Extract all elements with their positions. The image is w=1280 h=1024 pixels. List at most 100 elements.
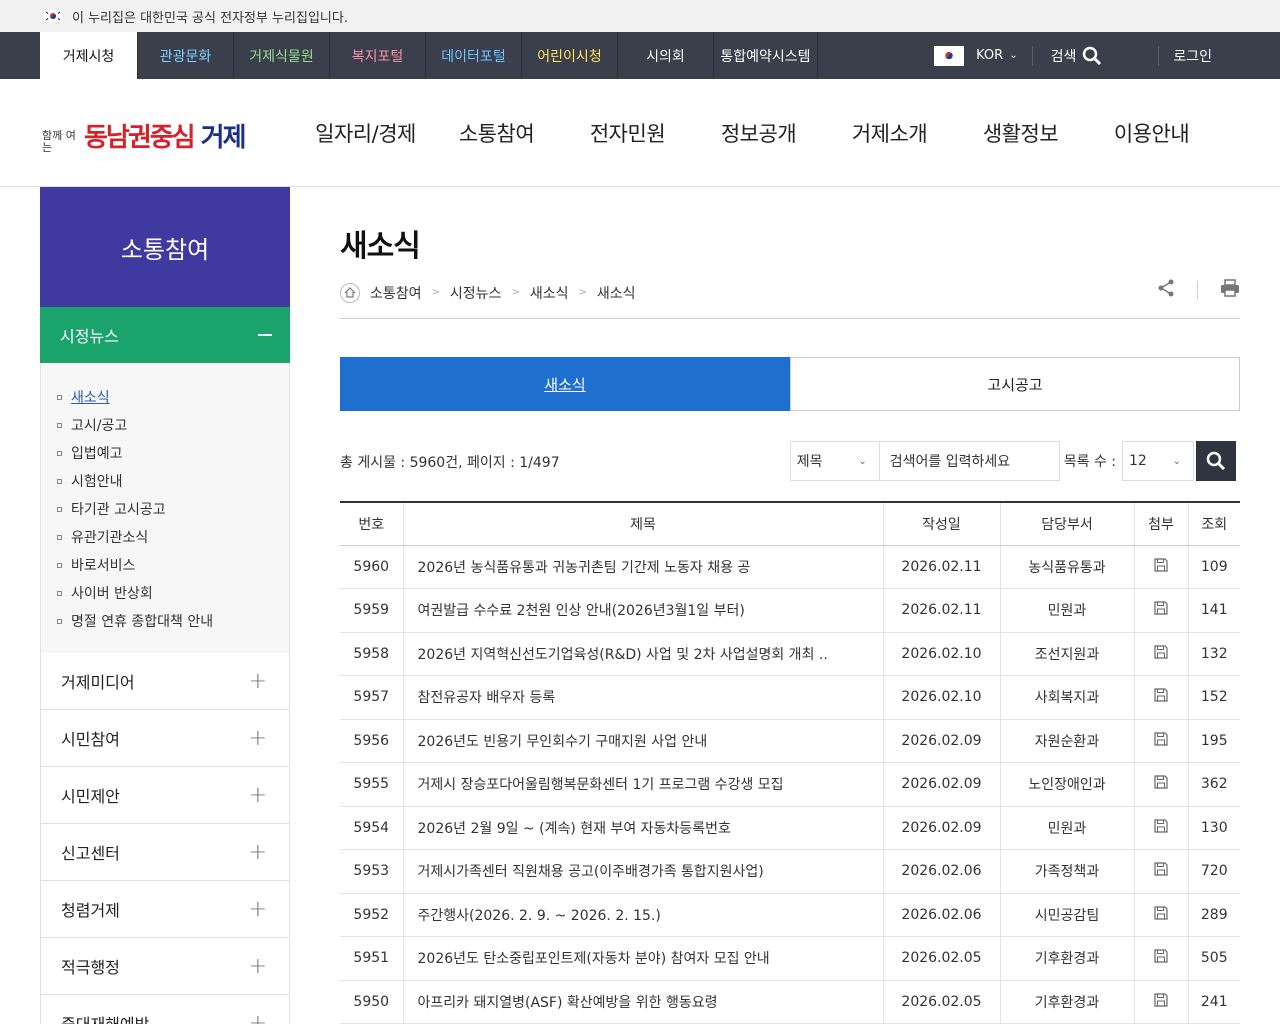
cell-title[interactable]: 거제시 장승포다어울림행복문화센터 1기 프로그램 수강생 모집 xyxy=(402,762,883,807)
cell-attachment[interactable] xyxy=(1133,806,1188,850)
cell-views: 362 xyxy=(1187,762,1240,807)
table-row[interactable]: 5958 2026년 지역혁신선도기업육성(R&D) 사업 및 2차 사업설명회 … xyxy=(340,632,1240,676)
cell-title[interactable]: 여권발급 수수료 2천원 인상 안내(2026년3월1일 부터) xyxy=(402,588,883,633)
table-row[interactable]: 5951 2026년도 탄소중립포인트제(자동차 분야) 참여자 모집 안내 202… xyxy=(340,936,1240,981)
main-nav-item[interactable]: 이용안내 xyxy=(1086,118,1217,148)
search-button[interactable]: 검색 xyxy=(1033,46,1121,66)
cell-title[interactable]: 주간행사(2026. 2. 9. ~ 2026. 2. 15.) xyxy=(402,893,883,937)
sidebar-subitem[interactable]: 바로서비스 xyxy=(57,551,289,579)
main-content: 새소식 소통참여 > 시정뉴스 > 새소식 > 새소식 새소식 고시공고 총 게시물 : 5… xyxy=(340,187,1240,1024)
breadcrumb-item[interactable]: 새소식 xyxy=(597,283,636,303)
attachment-file-icon[interactable] xyxy=(1154,775,1168,793)
top-tab-2[interactable]: 거제식물원 xyxy=(234,32,330,79)
sidebar-subitem[interactable]: 새소식 xyxy=(57,383,289,411)
cell-title[interactable]: 2026년 농식품유통과 귀농귀촌팀 기간제 노동자 채용 공 xyxy=(402,545,883,589)
list-count-select[interactable]: 12 ⌄ xyxy=(1122,441,1194,481)
cell-date: 2026.02.05 xyxy=(882,980,1000,1024)
cell-attachment[interactable] xyxy=(1133,675,1188,720)
top-tab-4[interactable]: 데이터포털 xyxy=(426,32,522,79)
top-tab-0[interactable]: 거제시청 xyxy=(40,32,138,79)
attachment-file-icon[interactable] xyxy=(1154,558,1168,576)
cell-attachment[interactable] xyxy=(1133,849,1188,894)
main-nav-item[interactable]: 소통참여 xyxy=(431,118,562,148)
search-input[interactable]: 검색어를 입력하세요 xyxy=(879,441,1060,481)
sidebar-menu-item[interactable]: 적극행정 + xyxy=(40,938,290,995)
top-tab-5[interactable]: 어린이시청 xyxy=(522,32,618,79)
attachment-file-icon[interactable] xyxy=(1154,993,1168,1011)
breadcrumb-item[interactable]: 새소식 xyxy=(530,283,569,303)
tab-notice[interactable]: 고시공고 xyxy=(790,357,1240,411)
cell-attachment[interactable] xyxy=(1133,980,1188,1024)
table-row[interactable]: 5956 2026년도 빈용기 무인회수기 구매지원 사업 안내 2026.02.0… xyxy=(340,719,1240,763)
cell-date: 2026.02.10 xyxy=(882,632,1000,676)
sidebar-subitem[interactable]: 명절 연휴 종합대책 안내 xyxy=(57,607,289,635)
cell-attachment[interactable] xyxy=(1133,632,1188,676)
cell-attachment[interactable] xyxy=(1133,719,1188,763)
language-select[interactable]: KOR ⌄ xyxy=(976,45,1033,66)
main-nav-item[interactable]: 전자민원 xyxy=(562,118,693,148)
sidebar-subitem[interactable]: 사이버 반상회 xyxy=(57,579,289,607)
attachment-file-icon[interactable] xyxy=(1154,862,1168,880)
cell-attachment[interactable] xyxy=(1133,893,1188,937)
table-row[interactable]: 5953 거제시가족센터 직원채용 공고(이주배경가족 통합지원사업) 2026.0… xyxy=(340,849,1240,894)
sidebar-subitem[interactable]: 타기관 고시공고 xyxy=(57,495,289,523)
cell-title[interactable]: 2026년도 탄소중립포인트제(자동차 분야) 참여자 모집 안내 xyxy=(402,936,883,981)
cell-title[interactable]: 아프리카 돼지열병(ASF) 확산예방을 위한 행동요령 xyxy=(402,980,883,1024)
table-row[interactable]: 5957 참전유공자 배우자 등록 2026.02.10 사회복지과 152 xyxy=(340,675,1240,720)
share-icon[interactable] xyxy=(1157,279,1175,301)
attachment-file-icon[interactable] xyxy=(1154,688,1168,706)
sidebar-menu-item[interactable]: 거제미디어 + xyxy=(40,653,290,710)
site-logo[interactable]: 함께 여는 동남권중심 거제 xyxy=(42,117,247,154)
sidebar-menu-item[interactable]: 신고센터 + xyxy=(40,824,290,881)
search-submit-button[interactable] xyxy=(1196,441,1236,481)
sidebar-menu-item[interactable]: 시민참여 + xyxy=(40,710,290,767)
main-nav-item[interactable]: 정보공개 xyxy=(693,118,824,148)
cell-attachment[interactable] xyxy=(1133,545,1188,589)
attachment-file-icon[interactable] xyxy=(1154,645,1168,663)
top-tab-1[interactable]: 관광문화 xyxy=(138,32,234,79)
attachment-file-icon[interactable] xyxy=(1154,906,1168,924)
sidebar-subitem[interactable]: 유관기관소식 xyxy=(57,523,289,551)
top-tab-6[interactable]: 시의회 xyxy=(618,32,714,79)
attachment-file-icon[interactable] xyxy=(1154,601,1168,619)
cell-title[interactable]: 거제시가족센터 직원채용 공고(이주배경가족 통합지원사업) xyxy=(402,849,883,894)
sidebar-subitem[interactable]: 시험안내 xyxy=(57,467,289,495)
sidebar-section-news[interactable]: 시정뉴스 xyxy=(40,307,290,363)
table-row[interactable]: 5955 거제시 장승포다어울림행복문화센터 1기 프로그램 수강생 모집 2026… xyxy=(340,762,1240,807)
cell-attachment[interactable] xyxy=(1133,762,1188,807)
cell-title[interactable]: 2026년 2월 9일 ~ (계속) 현재 부여 자동차등록번호 xyxy=(402,806,883,850)
home-icon[interactable] xyxy=(340,282,360,303)
cell-attachment[interactable] xyxy=(1133,588,1188,633)
attachment-file-icon[interactable] xyxy=(1154,819,1168,837)
tab-news[interactable]: 새소식 xyxy=(340,357,790,411)
sidebar-menu-item[interactable]: 청렴거제 + xyxy=(40,881,290,938)
table-row[interactable]: 5954 2026년 2월 9일 ~ (계속) 현재 부여 자동차등록번호 2026… xyxy=(340,806,1240,850)
cell-title[interactable]: 2026년도 빈용기 무인회수기 구매지원 사업 안내 xyxy=(402,719,883,763)
main-nav-item[interactable]: 생활정보 xyxy=(955,118,1086,148)
sidebar-menu-item[interactable]: 시민제안 + xyxy=(40,767,290,824)
search-field-select[interactable]: 제목 ⌄ xyxy=(789,441,880,481)
top-tab-7[interactable]: 통합예약시스템 xyxy=(714,32,818,79)
cell-dept: 노인장애인과 xyxy=(999,762,1134,807)
table-row[interactable]: 5960 2026년 농식품유통과 귀농귀촌팀 기간제 노동자 채용 공 2026.… xyxy=(340,545,1240,589)
table-row[interactable]: 5952 주간행사(2026. 2. 9. ~ 2026. 2. 15.) 2026… xyxy=(340,893,1240,937)
cell-title[interactable]: 2026년 지역혁신선도기업육성(R&D) 사업 및 2차 사업설명회 개최 .… xyxy=(402,632,883,676)
sidebar-subitem[interactable]: 고시/공고 xyxy=(57,411,289,439)
breadcrumb-item[interactable]: 시정뉴스 xyxy=(450,283,502,303)
attachment-file-icon[interactable] xyxy=(1154,949,1168,967)
main-nav-item[interactable]: 일자리/경제 xyxy=(300,118,431,148)
breadcrumb-item[interactable]: 소통참여 xyxy=(370,283,422,303)
sidebar-subitem[interactable]: 입법예고 xyxy=(57,439,289,467)
table-row[interactable]: 5950 아프리카 돼지열병(ASF) 확산예방을 위한 행동요령 2026.02.… xyxy=(340,980,1240,1024)
top-tab-3[interactable]: 복지포털 xyxy=(330,32,426,79)
cell-title[interactable]: 참전유공자 배우자 등록 xyxy=(402,675,883,720)
cell-attachment[interactable] xyxy=(1133,936,1188,981)
login-link[interactable]: 로그인 xyxy=(1158,45,1280,66)
cell-views: 505 xyxy=(1187,936,1240,981)
sidebar-menu-item[interactable]: 중대재해예방 + xyxy=(40,995,290,1024)
cell-no: 5952 xyxy=(340,893,403,937)
attachment-file-icon[interactable] xyxy=(1154,732,1168,750)
main-nav-item[interactable]: 거제소개 xyxy=(824,118,955,148)
print-icon[interactable] xyxy=(1220,279,1240,301)
table-row[interactable]: 5959 여권발급 수수료 2천원 인상 안내(2026년3월1일 부터) 2026… xyxy=(340,588,1240,633)
